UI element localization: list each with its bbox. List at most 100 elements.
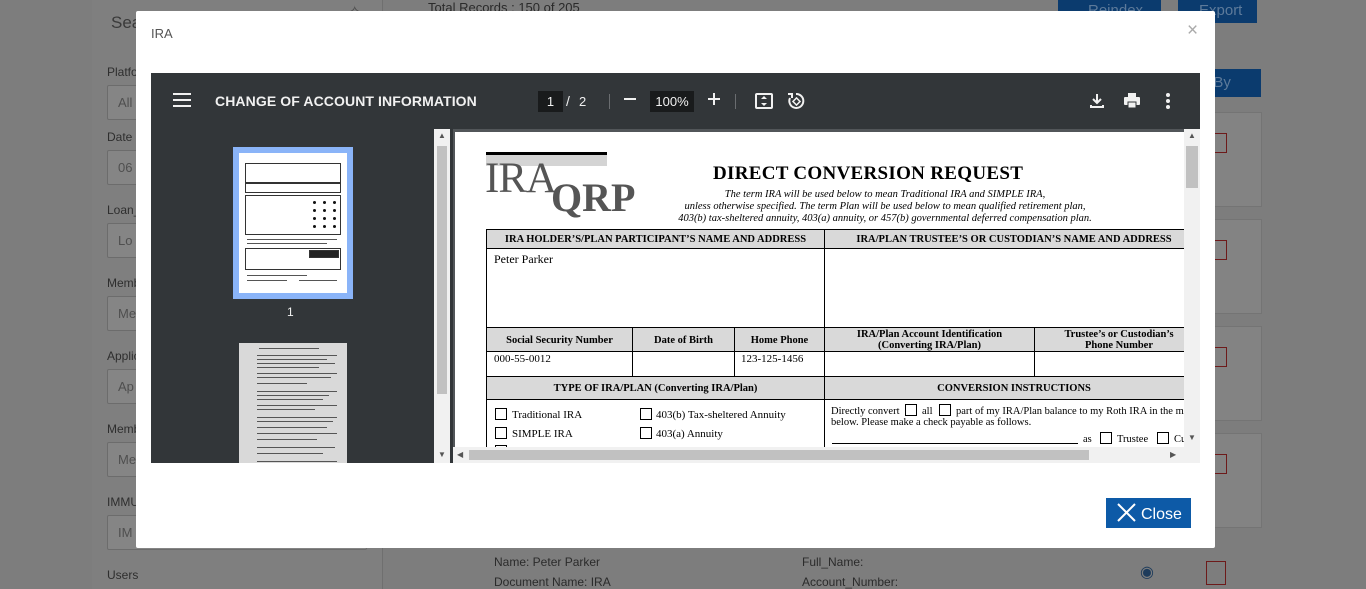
total-pages: 2 (579, 94, 587, 109)
page-thumbnail-2[interactable] (239, 343, 347, 463)
scrollbar-thumb[interactable] (437, 146, 447, 394)
phone-value: 123-125-1456 (741, 353, 804, 365)
users-label: Users (107, 568, 139, 582)
ssn-header: Social Security Number (486, 327, 633, 352)
payee-line (832, 443, 1078, 444)
record-account-number: Account_Number: (802, 575, 899, 589)
dob-header: Date of Birth (632, 327, 735, 352)
instruction-as: as (1083, 434, 1092, 445)
pdf-viewer: CHANGE OF ACCOUNT INFORMATION 1 / 2 100% (151, 73, 1200, 463)
record-full-name: Full_Name: (802, 555, 864, 569)
instruction-custodian: Cu (1174, 434, 1184, 445)
instruction-directly: Directly convert (831, 406, 900, 417)
thumbnail-page-preview (239, 153, 347, 293)
instruction-part: part of my IRA/Plan balance to my Roth I… (956, 406, 1184, 417)
date-label: Date (107, 130, 133, 144)
form-subtitle-line-3: 403(b) tax-sheltered annuity, 403(a) ann… (678, 213, 1092, 224)
403b-checkbox[interactable] (640, 408, 652, 420)
instruction-trustee: Trustee (1117, 434, 1149, 445)
logo-ira: IRA (485, 155, 557, 202)
holder-name: Peter Parker (494, 252, 553, 266)
simple-ira-label: SIMPLE IRA (512, 428, 573, 440)
conversion-instructions-header: CONVERSION INSTRUCTIONS (824, 376, 1184, 400)
scrollbar-thumb[interactable] (469, 450, 1089, 460)
more-options-icon[interactable] (1158, 91, 1178, 111)
thumbnail-scrollbar[interactable]: ▲ ▼ (434, 129, 450, 463)
trustee-phone-header-line-2: Phone Number (1085, 340, 1153, 351)
plus-icon (708, 93, 720, 105)
traditional-ira-checkbox[interactable] (495, 408, 507, 420)
zoom-in-button[interactable] (703, 89, 725, 111)
document-vertical-scrollbar[interactable]: ▲ ▼ (1184, 129, 1200, 447)
trustee-phone-header: Trustee’s or Custodian’s Phone Number (1034, 327, 1184, 352)
platform-label: Platfo (107, 65, 138, 79)
form-subtitle-line-1: The term IRA will be used below to mean … (724, 189, 1046, 200)
document-horizontal-scrollbar[interactable]: ◀ ▶ (453, 447, 1200, 463)
403b-label: 403(b) Tax-sheltered Annuity (656, 409, 786, 421)
convert-part-checkbox[interactable] (939, 404, 951, 416)
toolbar-divider (609, 94, 610, 109)
pdf-toolbar: CHANGE OF ACCOUNT INFORMATION 1 / 2 100% (151, 73, 1200, 129)
ssn-value: 000-55-0012 (494, 353, 551, 365)
dob-cell (632, 351, 735, 377)
record-name: Name: Peter Parker (494, 555, 601, 569)
immu-label: IMMU (107, 495, 139, 509)
trustee-phone-header-line-1: Trustee’s or Custodian’s (1064, 329, 1174, 340)
minus-icon (624, 98, 636, 100)
fit-to-page-icon[interactable] (754, 91, 774, 111)
toolbar-divider (735, 94, 736, 109)
zoom-input[interactable]: 100% (650, 91, 694, 112)
trustee-address-cell (824, 248, 1184, 328)
eye-icon[interactable]: ◉ (1140, 562, 1154, 582)
upload-icon[interactable] (1206, 561, 1226, 585)
thumbnail-panel: 1 (151, 129, 453, 463)
ira-type-header: TYPE OF IRA/PLAN (Converting IRA/Plan) (486, 376, 825, 400)
application-label: Applic (107, 349, 140, 363)
scroll-right-icon[interactable]: ▶ (1170, 450, 1176, 459)
phone-header: Home Phone (734, 327, 825, 352)
account-id-cell (824, 351, 1035, 377)
403a-checkbox[interactable] (640, 427, 652, 439)
pdf-page-1: IRA QRP DIRECT CONVERSION REQUEST The te… (455, 132, 1184, 447)
page-thumbnail-1[interactable] (233, 147, 353, 299)
print-icon[interactable] (1122, 91, 1142, 111)
scroll-down-icon[interactable]: ▼ (1188, 433, 1196, 442)
holder-header: IRA HOLDER’S/PLAN PARTICIPANT’S NAME AND… (486, 229, 825, 249)
instruction-line-2: below. Please make a check payable as fo… (831, 417, 1032, 428)
phone-cell: 123-125-1456 (734, 351, 825, 377)
pdf-document-title: CHANGE OF ACCOUNT INFORMATION (215, 93, 477, 109)
scroll-up-icon[interactable]: ▲ (438, 131, 446, 140)
download-icon[interactable] (1087, 91, 1107, 111)
page-separator: / (566, 93, 570, 109)
close-icon[interactable]: × (1187, 21, 1198, 40)
scroll-left-icon[interactable]: ◀ (457, 450, 463, 459)
menu-icon[interactable] (173, 93, 191, 108)
holder-address-cell: Peter Parker (486, 248, 825, 328)
pdf-page-view: IRA QRP DIRECT CONVERSION REQUEST The te… (455, 132, 1184, 447)
form-title: DIRECT CONVERSION REQUEST (713, 163, 1024, 184)
custodian-checkbox[interactable] (1157, 432, 1169, 444)
scrollbar-thumb[interactable] (1186, 146, 1198, 188)
thumbnail-page-number: 1 (287, 305, 294, 319)
page-number-input[interactable]: 1 (538, 91, 563, 112)
account-id-header-line-1: IRA/Plan Account Identification (856, 329, 1003, 340)
close-x-icon (1117, 503, 1136, 522)
zoom-out-button[interactable] (619, 89, 641, 111)
form-subtitle-line-2: unless otherwise specified. The term Pla… (684, 201, 1086, 212)
trustee-phone-cell (1034, 351, 1184, 377)
close-button[interactable]: Close (1106, 498, 1191, 528)
traditional-ira-label: Traditional IRA (512, 409, 583, 421)
trustee-checkbox[interactable] (1100, 432, 1112, 444)
account-id-header: IRA/Plan Account Identification (Convert… (824, 327, 1035, 352)
simple-ira-checkbox[interactable] (495, 427, 507, 439)
logo-qrp: QRP (551, 175, 636, 220)
scroll-down-icon[interactable]: ▼ (438, 450, 446, 459)
modal-title: IRA (151, 26, 173, 41)
document-modal: IRA × CHANGE OF ACCOUNT INFORMATION 1 / … (136, 11, 1215, 548)
trustee-header: IRA/PLAN TRUSTEE’S OR CUSTODIAN’S NAME A… (824, 229, 1184, 249)
convert-all-checkbox[interactable] (905, 404, 917, 416)
rotate-icon[interactable] (786, 91, 806, 111)
record-document-name: Document Name: IRA (494, 575, 611, 589)
403a-label: 403(a) Annuity (656, 428, 723, 440)
scroll-up-icon[interactable]: ▲ (1188, 131, 1196, 140)
